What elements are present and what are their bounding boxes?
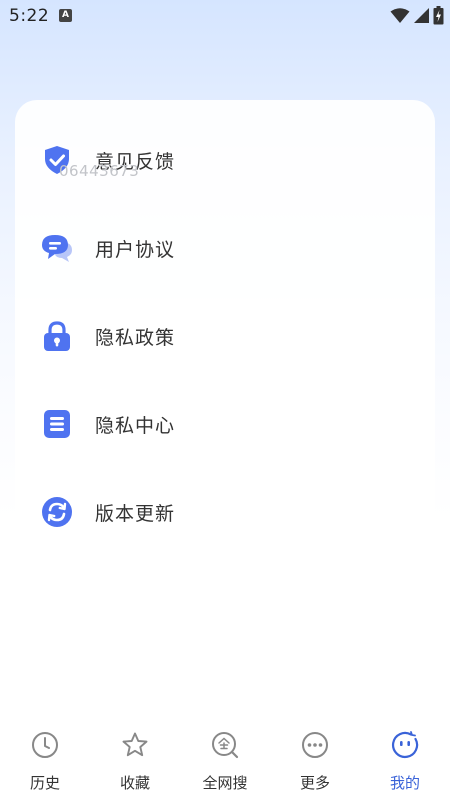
more-dots-icon xyxy=(302,732,328,758)
refresh-icon xyxy=(42,497,72,527)
padlock-icon xyxy=(44,321,70,351)
notification-a-icon: A xyxy=(59,9,72,22)
menu-item-feedback[interactable]: 意见反馈 xyxy=(15,130,435,190)
star-icon xyxy=(122,732,148,757)
smiley-icon xyxy=(391,731,419,759)
clock-icon xyxy=(32,732,58,758)
tab-label-mine: 我的 xyxy=(389,774,420,792)
cell-signal-icon xyxy=(414,8,429,23)
menu-item-version-update[interactable]: 版本更新 xyxy=(15,482,435,542)
tab-label-more: 更多 xyxy=(299,774,330,792)
tab-favorites[interactable]: 收藏 xyxy=(90,721,180,801)
tab-history[interactable]: 历史 xyxy=(0,721,90,801)
tab-search-all[interactable]: 全网搜 xyxy=(180,721,270,801)
battery-charging-icon xyxy=(433,6,444,25)
status-indicators xyxy=(390,6,444,25)
tab-label-favorites: 收藏 xyxy=(119,774,150,792)
menu-item-user-agreement[interactable]: 用户协议 xyxy=(15,218,435,278)
tab-label-search-all: 全网搜 xyxy=(202,774,248,792)
menu-label-privacy-policy: 隐私政策 xyxy=(95,327,176,349)
menu-label-version-update: 版本更新 xyxy=(95,503,176,525)
tab-label-history: 历史 xyxy=(29,774,60,792)
tab-mine[interactable]: 我的 xyxy=(360,721,450,801)
menu-item-privacy-center[interactable]: 隐私中心 xyxy=(15,394,435,454)
bottom-tab-bar: 历史 收藏 全网搜 更多 我的 xyxy=(0,721,450,801)
menu-item-privacy-policy[interactable]: 隐私政策 xyxy=(15,306,435,366)
tab-more[interactable]: 更多 xyxy=(270,721,360,801)
search-all-icon xyxy=(212,732,239,759)
watermark-text: 06443673 xyxy=(59,162,140,180)
status-time: 5:22 xyxy=(9,6,50,26)
menu-label-user-agreement: 用户协议 xyxy=(95,239,176,261)
chat-bubbles-icon xyxy=(42,235,72,262)
list-document-icon xyxy=(44,410,70,438)
wifi-icon xyxy=(390,7,410,23)
menu-label-privacy-center: 隐私中心 xyxy=(95,415,176,437)
status-bar: 5:22 A xyxy=(0,0,450,32)
